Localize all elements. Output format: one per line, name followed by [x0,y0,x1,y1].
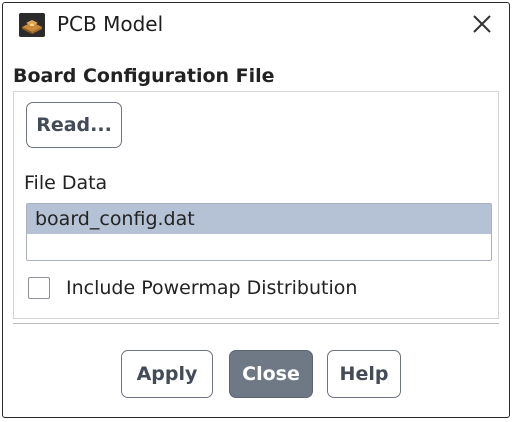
file-data-list[interactable]: board_config.dat [26,203,492,261]
include-powermap-checkbox[interactable] [28,277,50,299]
include-powermap-label: Include Powermap Distribution [66,277,358,299]
pcb-model-dialog: PCB Model Board Configuration File Read.… [2,2,510,418]
read-button[interactable]: Read... [26,102,122,148]
divider [13,323,499,324]
list-item[interactable] [27,234,491,264]
section-title: Board Configuration File [13,65,275,87]
list-item[interactable]: board_config.dat [27,204,491,234]
file-data-label: File Data [24,172,108,194]
window-title: PCB Model [57,12,164,36]
close-icon[interactable] [471,13,493,35]
pcb-board-icon [19,13,45,37]
close-button[interactable]: Close [229,350,313,398]
include-powermap-option[interactable]: Include Powermap Distribution [28,276,357,300]
apply-button[interactable]: Apply [121,350,213,398]
title-bar: PCB Model [3,3,509,47]
help-button[interactable]: Help [327,350,401,398]
board-config-group: Read... File Data board_config.dat Inclu… [13,91,499,319]
